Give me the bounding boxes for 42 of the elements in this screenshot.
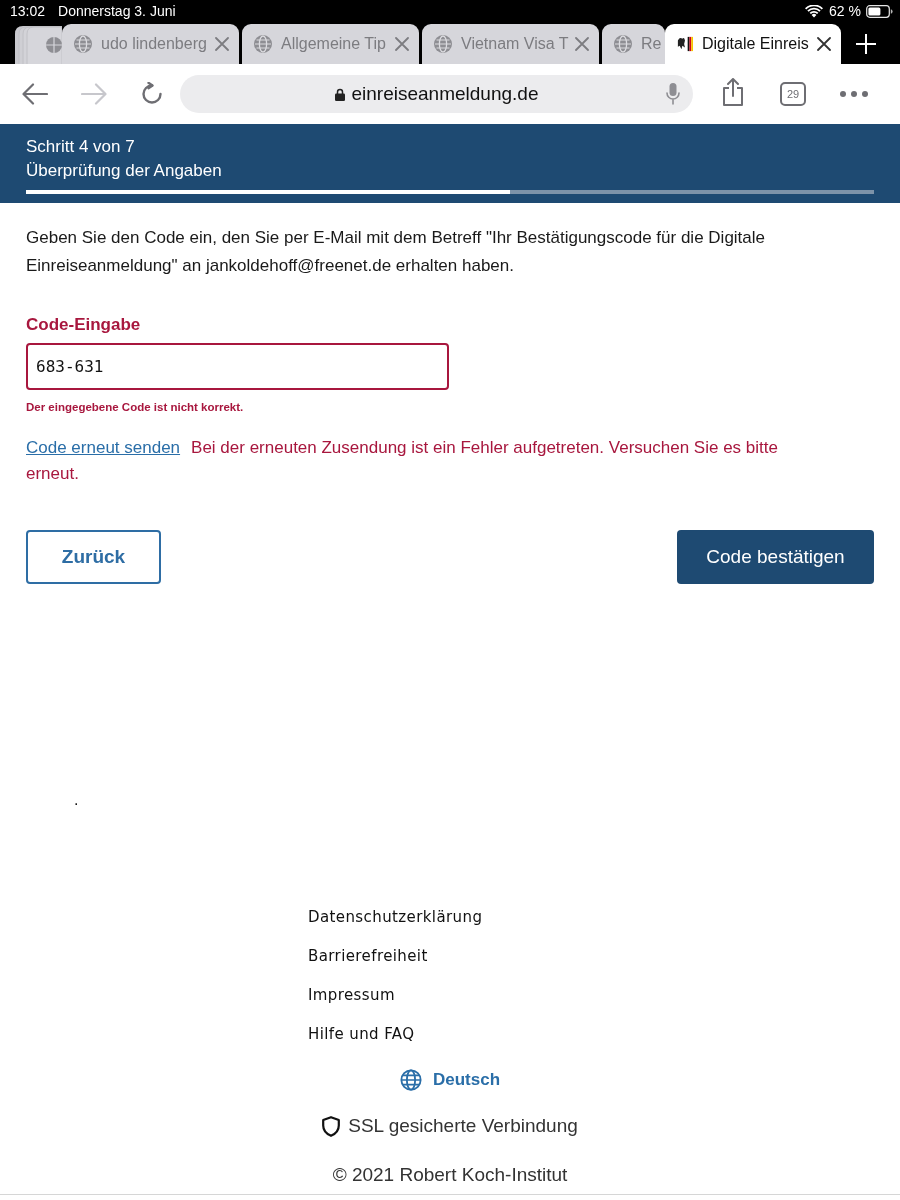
battery-icon	[866, 4, 893, 18]
globe-icon	[254, 35, 272, 53]
copyright-text: © 2021 Robert Koch-Institut	[332, 1163, 568, 1187]
plus-icon[interactable]	[856, 34, 876, 54]
step-counter: Schritt 4 von 7	[26, 136, 136, 158]
back-button[interactable]: Zurück	[26, 530, 161, 584]
globe-icon	[614, 35, 632, 53]
close-icon[interactable]	[817, 37, 831, 51]
footer-link[interactable]: Impressum	[308, 976, 395, 1015]
status-date: Donnerstag 3. Juni	[58, 3, 176, 19]
wifi-icon	[805, 4, 824, 18]
footer-link[interactable]: Hilfe und FAQ	[308, 1015, 415, 1054]
reload-icon[interactable]	[140, 82, 164, 106]
microphone-icon[interactable]	[666, 83, 680, 105]
globe-icon	[74, 35, 92, 53]
tab-count-button[interactable]: 29	[780, 82, 806, 106]
instruction-text: Geben Sie den Code ein, den Sie per E-Mail mit dem Betreff "Ihr Bestätigungscode für die Digitale Einreiseanmeldung" an jankoldehoff@freenet.de erhalten haben.	[26, 227, 767, 277]
resend-error-message: Code erneut senden Bei der erneuten Zusendung ist ein Fehler aufgetreten. Versuchen Sie es bitte erneut.	[26, 437, 779, 485]
globe-icon	[434, 35, 452, 53]
battery-percent: 62 %	[829, 3, 861, 19]
code-field-label: Code-Eingabe	[26, 314, 141, 336]
language-link[interactable]: Deutsch	[399, 1065, 501, 1095]
address-bar[interactable]: einreiseanmeldung.de	[180, 75, 693, 113]
resend-code-link[interactable]: Code erneut senden	[26, 438, 181, 457]
eagle-flag-icon	[677, 35, 693, 53]
stacked-tabs-drawing	[14, 24, 62, 64]
ssl-status-text: SSL gesicherte Verbindung	[348, 1114, 578, 1138]
step-title: Überprüfung der Angaben	[26, 160, 223, 182]
status-time: 13:02	[10, 3, 46, 19]
share-icon[interactable]	[722, 78, 744, 106]
lock-icon	[334, 87, 345, 101]
footer-link[interactable]: Datenschutzerklärung	[308, 898, 483, 937]
more-icon[interactable]	[840, 91, 868, 97]
period-text: .	[74, 790, 79, 810]
globe-icon	[399, 1069, 422, 1091]
code-input[interactable]: 683-631	[26, 343, 449, 390]
confirm-code-button[interactable]: Code bestätigen	[677, 530, 874, 584]
field-error-text: Der eingegebene Code ist nicht korrekt.	[26, 400, 244, 415]
footer-link[interactable]: Barrierefreiheit	[308, 937, 428, 976]
back-arrow-icon[interactable]	[22, 83, 48, 105]
browser-tab[interactable]: Digitale Einreis	[665, 24, 841, 64]
shield-icon	[322, 1115, 341, 1137]
